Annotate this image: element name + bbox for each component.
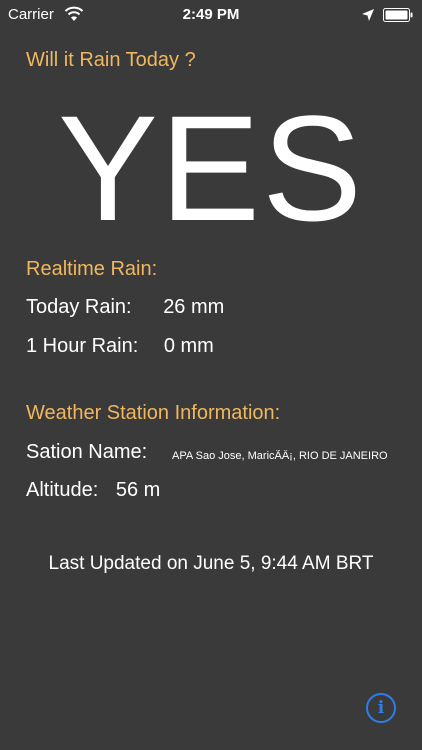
- battery-icon: [383, 8, 413, 22]
- altitude-label: Altitude:: [26, 479, 99, 501]
- last-updated-text: Last Updated on June 5, 9:44 AM BRT: [48, 553, 374, 574]
- station-info-title: Weather Station Information:: [26, 402, 281, 424]
- station-name-value: APA Sao Jose, MaricÃÂ¡, RIO DE JANEIRO: [172, 450, 388, 462]
- info-button[interactable]: i: [366, 693, 396, 723]
- location-arrow-icon: [362, 9, 374, 21]
- altitude-row: Altitude: 56 m: [26, 479, 160, 502]
- info-icon: i: [377, 698, 385, 718]
- station-name-label: Sation Name:: [26, 441, 148, 463]
- today-rain-row: Today Rain: 26 mm: [26, 296, 224, 319]
- status-time: 2:49 PM: [182, 6, 240, 23]
- altitude-value: 56 m: [115, 479, 161, 501]
- today-rain-value: 26 mm: [163, 296, 225, 318]
- today-rain-label: Today Rain:: [26, 296, 132, 318]
- realtime-rain-title: Realtime Rain:: [26, 258, 158, 280]
- app-screen: Carrier 2:49 PM Will it Rain Today ? YES…: [0, 0, 422, 750]
- hour-rain-row: 1 Hour Rain: 0 mm: [26, 335, 214, 358]
- station-name-row: Sation Name:: [26, 441, 147, 464]
- hour-rain-label: 1 Hour Rain:: [26, 335, 139, 357]
- rain-question: Will it Rain Today ?: [26, 49, 196, 71]
- status-bar: Carrier 2:49 PM: [0, 0, 422, 30]
- hour-rain-value: 0 mm: [163, 335, 214, 357]
- rain-answer: YES: [57, 84, 365, 252]
